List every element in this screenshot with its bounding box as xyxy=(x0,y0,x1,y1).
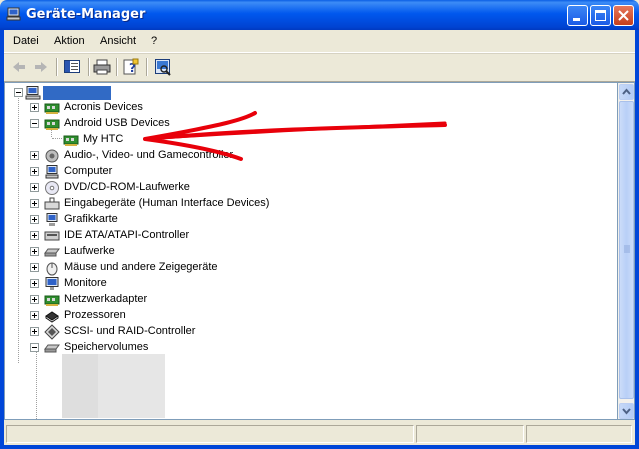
window-title: Geräte-Manager xyxy=(26,7,146,22)
vertical-scrollbar[interactable] xyxy=(618,82,635,420)
computer-app-icon xyxy=(6,7,21,21)
menu-help[interactable]: ? xyxy=(151,35,157,47)
minimize-button[interactable] xyxy=(567,5,588,26)
toolbar-separator xyxy=(146,58,148,76)
show-hide-console-tree-icon[interactable] xyxy=(61,57,83,77)
chevron-up-icon xyxy=(622,88,631,95)
device-manager-window: Geräte-Manager Datei Aktion Ansicht ? ? … xyxy=(0,0,639,449)
scroll-down-button[interactable] xyxy=(619,403,634,419)
menu-ansicht[interactable]: Ansicht xyxy=(100,35,136,47)
minimize-icon xyxy=(573,18,580,21)
window-frame-right xyxy=(635,30,639,449)
red-annotation-arrow xyxy=(143,111,447,161)
back-arrow-icon[interactable] xyxy=(8,57,30,77)
chevron-down-icon xyxy=(622,408,631,415)
print-icon[interactable] xyxy=(91,57,113,77)
status-pane-2 xyxy=(416,425,524,443)
scan-hardware-icon[interactable] xyxy=(152,57,174,77)
status-bar xyxy=(4,422,635,446)
toolbar: ? xyxy=(4,53,635,82)
close-icon xyxy=(618,10,629,21)
scroll-up-button[interactable] xyxy=(619,84,634,100)
maximize-button[interactable] xyxy=(590,5,611,26)
menu-datei[interactable]: Datei xyxy=(13,35,39,47)
close-button[interactable] xyxy=(613,5,634,26)
menu-bar: Datei Aktion Ansicht ? xyxy=(4,30,635,53)
status-pane-3 xyxy=(526,425,632,443)
scroll-thumb[interactable] xyxy=(619,101,634,399)
window-frame-bottom xyxy=(0,445,639,449)
toolbar-separator xyxy=(56,58,58,76)
properties-help-icon[interactable]: ? xyxy=(120,57,142,77)
grip-icon xyxy=(624,245,630,253)
device-tree[interactable]: Acronis Devices Android USB Devices My H… xyxy=(4,82,618,420)
toolbar-separator xyxy=(88,58,90,76)
title-bar[interactable]: Geräte-Manager xyxy=(0,0,639,30)
toolbar-separator xyxy=(116,58,118,76)
maximize-icon xyxy=(595,10,606,21)
status-pane-main xyxy=(6,425,414,443)
menu-aktion[interactable]: Aktion xyxy=(54,35,85,47)
forward-arrow-icon[interactable] xyxy=(30,57,52,77)
